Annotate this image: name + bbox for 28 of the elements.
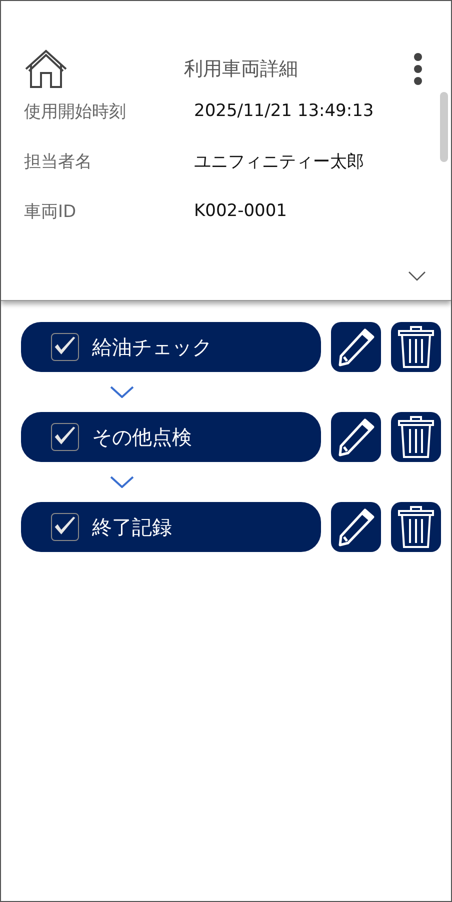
edit-button[interactable] — [331, 412, 381, 462]
delete-button[interactable] — [391, 502, 441, 552]
checkbox[interactable] — [51, 423, 79, 451]
page-title: 利用車両詳細 — [183, 57, 299, 82]
edit-button[interactable] — [331, 322, 381, 372]
checkbox[interactable] — [51, 333, 79, 361]
field-value: K002-0001 — [194, 201, 287, 221]
step-label: その他点検 — [92, 424, 192, 450]
step-pill[interactable]: 終了記録 — [21, 502, 321, 552]
step-pill[interactable]: 給油チェック — [21, 322, 321, 372]
chevron-down-icon — [110, 476, 134, 488]
scrollbar[interactable] — [440, 92, 448, 162]
field-label: 担当者名 — [24, 150, 93, 172]
home-icon[interactable] — [23, 49, 69, 89]
field-label: 使用開始時刻 — [24, 100, 127, 122]
delete-button[interactable] — [391, 412, 441, 462]
field-label: 車両ID — [24, 200, 78, 222]
step-pill[interactable]: その他点検 — [21, 412, 321, 462]
field-value: ユニフィニティー太郎 — [194, 150, 364, 172]
step-label: 給油チェック — [92, 334, 212, 360]
more-menu-icon[interactable] — [413, 53, 423, 85]
field-value: 2025/11/21 13:49:13 — [194, 101, 374, 121]
checkbox[interactable] — [51, 513, 79, 541]
delete-button[interactable] — [391, 322, 441, 372]
chevron-down-icon — [110, 386, 134, 398]
chevron-down-icon[interactable] — [408, 271, 426, 281]
step-label: 終了記録 — [92, 514, 172, 540]
edit-button[interactable] — [331, 502, 381, 552]
